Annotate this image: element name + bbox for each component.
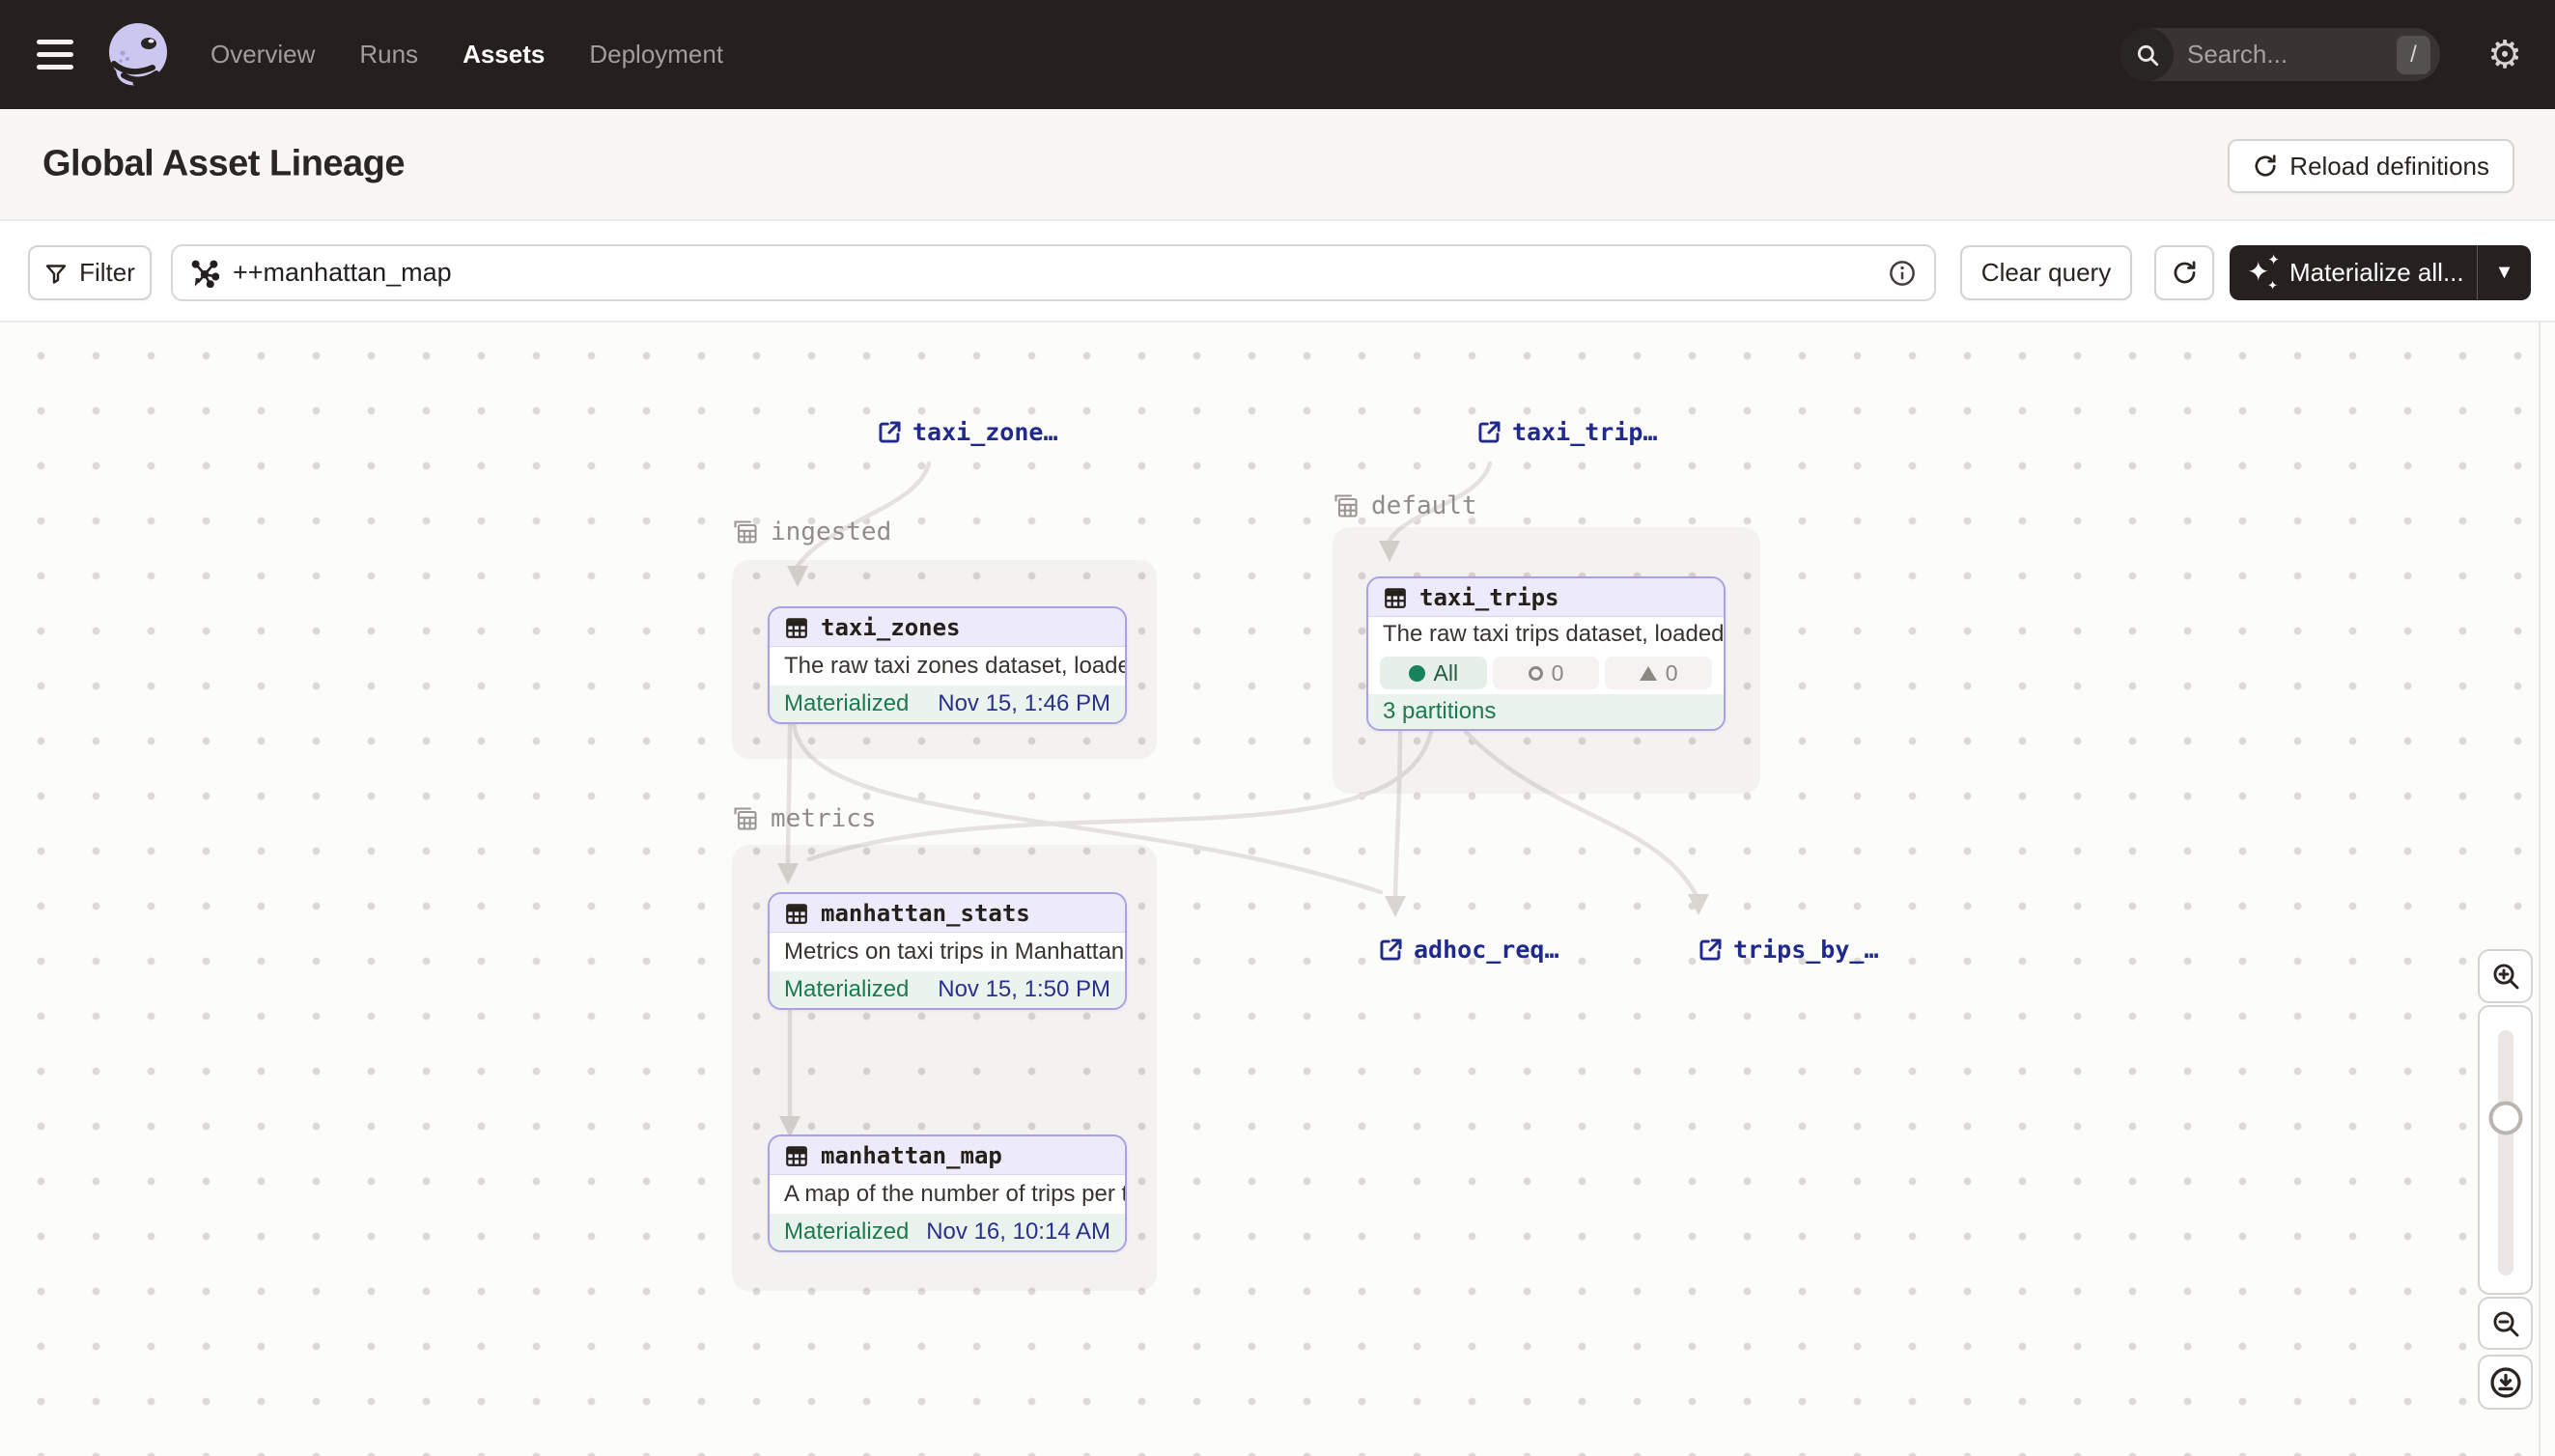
asset-description: The raw taxi trips dataset, loaded into … (1368, 617, 1724, 652)
filter-funnel-icon (44, 262, 68, 285)
materialize-all-button[interactable]: ✦✦✦ Materialize all... ▼ (2230, 245, 2531, 300)
asset-node-header: taxi_trips (1368, 578, 1724, 617)
settings-gear-icon[interactable]: ⚙ (2487, 36, 2522, 74)
external-asset-taxi-trip[interactable]: taxi_trip… (1476, 418, 1658, 446)
menu-icon[interactable] (37, 35, 75, 73)
asset-node-header: taxi_zones (770, 608, 1125, 647)
lineage-edges (0, 322, 2555, 1456)
asset-node-header: manhattan_map (770, 1136, 1125, 1175)
external-asset-taxi-zone[interactable]: taxi_zone… (877, 418, 1058, 446)
dagster-logo-icon[interactable] (102, 17, 176, 91)
asset-name: taxi_zones (821, 614, 961, 641)
zoom-slider-thumb[interactable] (2488, 1102, 2522, 1135)
external-asset-adhoc-req[interactable]: adhoc_req… (1378, 936, 1559, 964)
page-header: Global Asset Lineage Reload definitions (0, 109, 2555, 219)
clear-query-button[interactable]: Clear query (1960, 245, 2132, 300)
green-dot-icon (1409, 665, 1425, 682)
materialized-timestamp[interactable]: Nov 15, 1:50 PM (938, 976, 1110, 1003)
external-link-icon (1378, 937, 1404, 963)
group-label-metrics[interactable]: metrics (732, 804, 877, 833)
group-label-ingested[interactable]: ingested (732, 518, 891, 546)
zoom-in-icon (2490, 961, 2521, 992)
top-navbar: Overview Runs Assets Deployment Search..… (0, 0, 2555, 109)
group-tables-icon (732, 805, 759, 832)
external-link-icon (877, 419, 903, 445)
asset-node-taxi-zones[interactable]: taxi_zones The raw taxi zones dataset, l… (768, 606, 1127, 724)
triangle-icon (1640, 666, 1657, 681)
materialized-timestamp[interactable]: Nov 15, 1:46 PM (938, 690, 1110, 717)
zoom-slider-track[interactable] (2498, 1030, 2513, 1275)
asset-node-taxi-trips[interactable]: taxi_trips The raw taxi trips dataset, l… (1366, 576, 1726, 731)
partitions-count: 3 partitions (1383, 698, 1496, 725)
asset-description: Metrics on taxi trips in Manhattan (770, 933, 1125, 971)
filter-button[interactable]: Filter (28, 245, 152, 300)
partition-badge-checks[interactable]: 0 (1493, 657, 1600, 689)
group-label-default[interactable]: default (1333, 491, 1477, 520)
materialized-status: Materialized (784, 690, 909, 717)
sparkle-icon: ✦✦✦ (2247, 257, 2280, 290)
nav-item-deployment[interactable]: Deployment (589, 40, 723, 70)
materialized-status: Materialized (784, 976, 909, 1003)
lineage-toolbar: Filter Clear query (0, 219, 2555, 322)
search-shortcut-key: / (2397, 36, 2430, 74)
materialize-dropdown-caret[interactable]: ▼ (2477, 245, 2531, 300)
reload-definitions-button[interactable]: Reload definitions (2228, 139, 2514, 193)
asset-status-row: Materialized Nov 15, 1:46 PM (770, 686, 1125, 722)
query-info-icon[interactable] (1888, 259, 1917, 288)
chevron-down-icon: ▼ (2495, 262, 2514, 284)
query-input[interactable] (233, 258, 1874, 288)
asset-node-manhattan-stats[interactable]: manhattan_stats Metrics on taxi trips in… (768, 892, 1127, 1010)
canvas-right-divider (2539, 322, 2541, 1456)
lineage-canvas[interactable]: ingested default metrics taxi_zo (0, 322, 2555, 1456)
asset-status-row: Materialized Nov 16, 10:14 AM (770, 1214, 1125, 1250)
refresh-icon (2172, 260, 2198, 286)
asset-node-manhattan-map[interactable]: manhattan_map A map of the number of tri… (768, 1134, 1127, 1252)
reload-icon (2253, 154, 2278, 179)
asset-name: manhattan_stats (821, 900, 1030, 927)
nav-item-overview[interactable]: Overview (211, 40, 315, 70)
download-icon (2488, 1365, 2523, 1400)
partition-badges: All 0 0 (1368, 652, 1724, 694)
global-search-input[interactable]: Search... / (2120, 28, 2440, 81)
asset-node-header: manhattan_stats (770, 894, 1125, 933)
search-icon (2120, 28, 2174, 81)
asset-description: The raw taxi zones dataset, loaded int..… (770, 647, 1125, 686)
external-link-icon (1698, 937, 1724, 963)
table-icon (784, 615, 809, 640)
nav-links: Overview Runs Assets Deployment (211, 0, 723, 109)
materialized-status: Materialized (784, 1218, 909, 1246)
external-link-icon (1476, 419, 1502, 445)
dagster-global-asset-lineage: Overview Runs Assets Deployment Search..… (0, 0, 2555, 1456)
download-view-button[interactable] (2478, 1355, 2533, 1410)
asset-name: taxi_trips (1419, 584, 1559, 611)
nav-item-runs[interactable]: Runs (359, 40, 418, 70)
table-icon (1383, 585, 1408, 610)
partition-badge-all[interactable]: All (1380, 657, 1487, 689)
zoom-slider (2478, 1005, 2533, 1295)
table-icon (784, 901, 809, 926)
external-asset-trips-by[interactable]: trips_by_… (1698, 936, 1879, 964)
asset-name: manhattan_map (821, 1142, 1002, 1169)
refresh-query-button[interactable] (2154, 245, 2214, 300)
asset-query-field (171, 244, 1936, 301)
asset-graph-icon (190, 259, 219, 288)
zoom-in-button[interactable] (2478, 949, 2533, 1003)
group-tables-icon (732, 518, 759, 546)
partition-badge-warnings[interactable]: 0 (1605, 657, 1712, 689)
zoom-out-button[interactable] (2478, 1297, 2533, 1350)
materialized-timestamp[interactable]: Nov 16, 10:14 AM (926, 1218, 1110, 1246)
materialize-all-main[interactable]: ✦✦✦ Materialize all... (2230, 245, 2477, 300)
table-icon (784, 1143, 809, 1168)
group-tables-icon (1333, 492, 1360, 519)
asset-status-row: Materialized Nov 15, 1:50 PM (770, 971, 1125, 1008)
page-title: Global Asset Lineage (42, 144, 405, 185)
zoom-out-icon (2490, 1308, 2521, 1339)
search-placeholder: Search... (2187, 40, 2397, 70)
asset-partitions-row: 3 partitions (1368, 694, 1724, 729)
asset-description: A map of the number of trips per taxi z.… (770, 1175, 1125, 1214)
nav-item-assets[interactable]: Assets (463, 40, 545, 70)
ring-icon (1529, 666, 1543, 681)
